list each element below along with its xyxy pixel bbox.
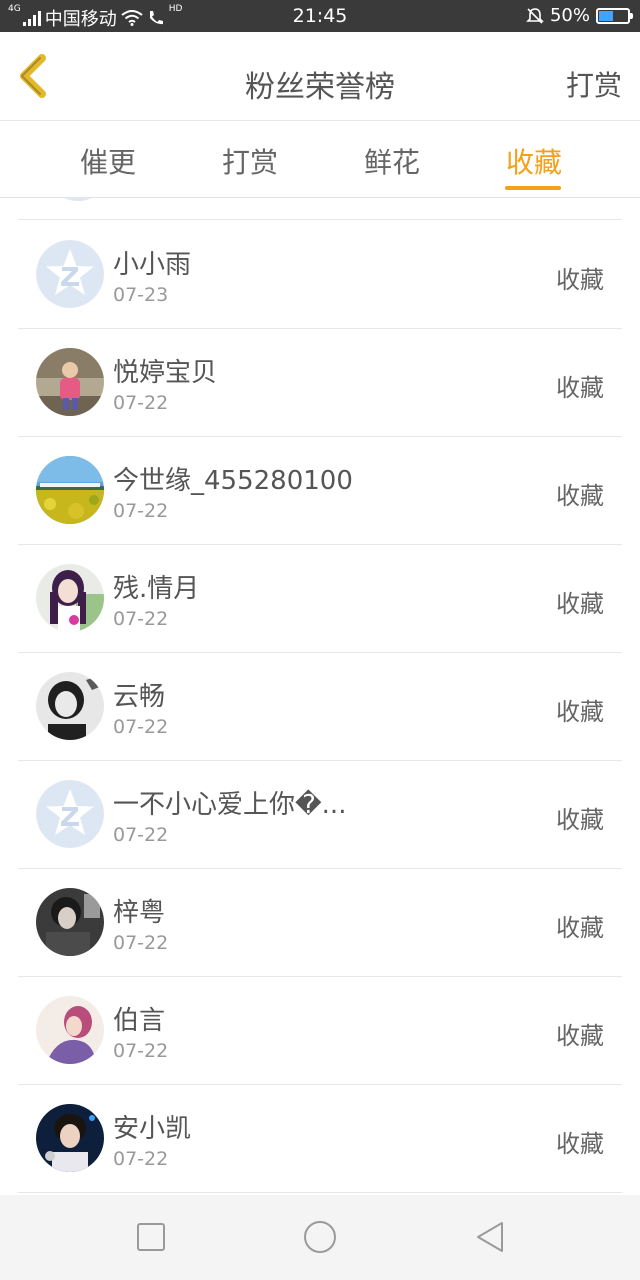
list-item[interactable]: 梓粤 07-22 收藏 — [18, 868, 622, 977]
fan-date: 07-22 — [113, 392, 169, 414]
home-icon — [304, 1221, 336, 1253]
fan-date: 07-22 — [113, 608, 169, 630]
back-icon — [477, 1222, 503, 1252]
action-type: 收藏 — [556, 590, 604, 618]
action-type: 收藏 — [556, 1130, 604, 1158]
fan-name: 云畅 — [113, 682, 166, 712]
list-item[interactable]: 残.情月 07-22 收藏 — [18, 544, 622, 653]
fan-list[interactable]: 小小雨 07-23 收藏 悦婷宝贝 07-22 收藏 今世缘_455280100… — [18, 197, 622, 1195]
action-type: 收藏 — [556, 1022, 604, 1050]
fan-name: 残.情月 — [113, 574, 200, 604]
fan-name: 一不小心爱上你�... — [113, 790, 347, 820]
tab-flowers[interactable]: 鲜花 — [364, 141, 420, 181]
fan-date: 07-23 — [113, 284, 169, 306]
fan-name: 小小雨 — [113, 250, 192, 280]
battery-percent: 50% — [549, 5, 590, 26]
boy-dark-avatar — [36, 888, 104, 956]
action-type: 收藏 — [556, 266, 604, 294]
action-type: 收藏 — [556, 374, 604, 402]
page-title: 粉丝荣誉榜 — [245, 70, 395, 105]
action-type: 收藏 — [556, 698, 604, 726]
list-item[interactable]: 今世缘_455280100 07-22 收藏 — [18, 436, 622, 545]
back-nav-button[interactable] — [474, 1220, 508, 1254]
child-photo-avatar — [36, 348, 104, 416]
recent-apps-button[interactable] — [134, 1220, 168, 1254]
default-qq-avatar — [36, 240, 104, 308]
mute-bell-icon — [526, 7, 544, 24]
tab-urge[interactable]: 催更 — [80, 141, 136, 181]
list-item[interactable]: 一不小心爱上你�... 07-22 收藏 — [18, 760, 622, 869]
active-tab-indicator — [505, 186, 561, 190]
tab-collect[interactable]: 收藏 — [506, 141, 562, 181]
list-item[interactable]: 安小凯 07-22 收藏 — [18, 1084, 622, 1193]
fan-name: 梓粤 — [113, 898, 166, 928]
fan-name: 悦婷宝贝 — [113, 358, 218, 388]
list-item[interactable]: 小小雨 07-23 收藏 — [18, 220, 622, 329]
avatar — [46, 197, 110, 201]
recent-apps-icon — [137, 1223, 165, 1251]
fan-date: 07-22 — [113, 500, 169, 522]
boy-mic-avatar — [36, 1104, 104, 1172]
fan-date: 07-22 — [113, 824, 169, 846]
girl-bw-avatar — [36, 672, 104, 740]
girl-purple-avatar — [36, 996, 104, 1064]
home-button[interactable] — [303, 1220, 337, 1254]
action-type: 收藏 — [556, 482, 604, 510]
list-item[interactable]: 伯言 07-22 收藏 — [18, 976, 622, 1085]
reward-button[interactable]: 打赏 — [566, 64, 622, 104]
fan-date: 07-22 — [113, 716, 169, 738]
list-item[interactable]: 云畅 07-22 收藏 — [18, 652, 622, 761]
app-header: 粉丝荣誉榜 打赏 — [0, 32, 640, 121]
tab-reward[interactable]: 打赏 — [222, 141, 278, 181]
action-type: 收藏 — [556, 806, 604, 834]
tab-bar: 催更 打赏 鲜花 收藏 — [0, 121, 640, 198]
fan-name: 伯言 — [113, 1006, 166, 1036]
default-qq-avatar — [36, 780, 104, 848]
fan-name: 今世缘_455280100 — [113, 466, 353, 496]
fan-name: 安小凯 — [113, 1114, 192, 1144]
status-bar: 4G 中国移动 HD 21:45 50% — [0, 0, 640, 32]
battery-icon — [596, 7, 633, 24]
list-item[interactable]: 悦婷宝贝 07-22 收藏 — [18, 328, 622, 437]
landscape-train-avatar — [36, 456, 104, 524]
fan-date: 07-22 — [113, 1040, 169, 1062]
fan-date: 07-22 — [113, 932, 169, 954]
fan-date: 07-22 — [113, 1148, 169, 1170]
system-nav-bar — [0, 1195, 640, 1280]
action-type: 收藏 — [556, 914, 604, 942]
girl-purple-hair-avatar — [36, 564, 104, 632]
list-item-partial — [18, 197, 622, 220]
